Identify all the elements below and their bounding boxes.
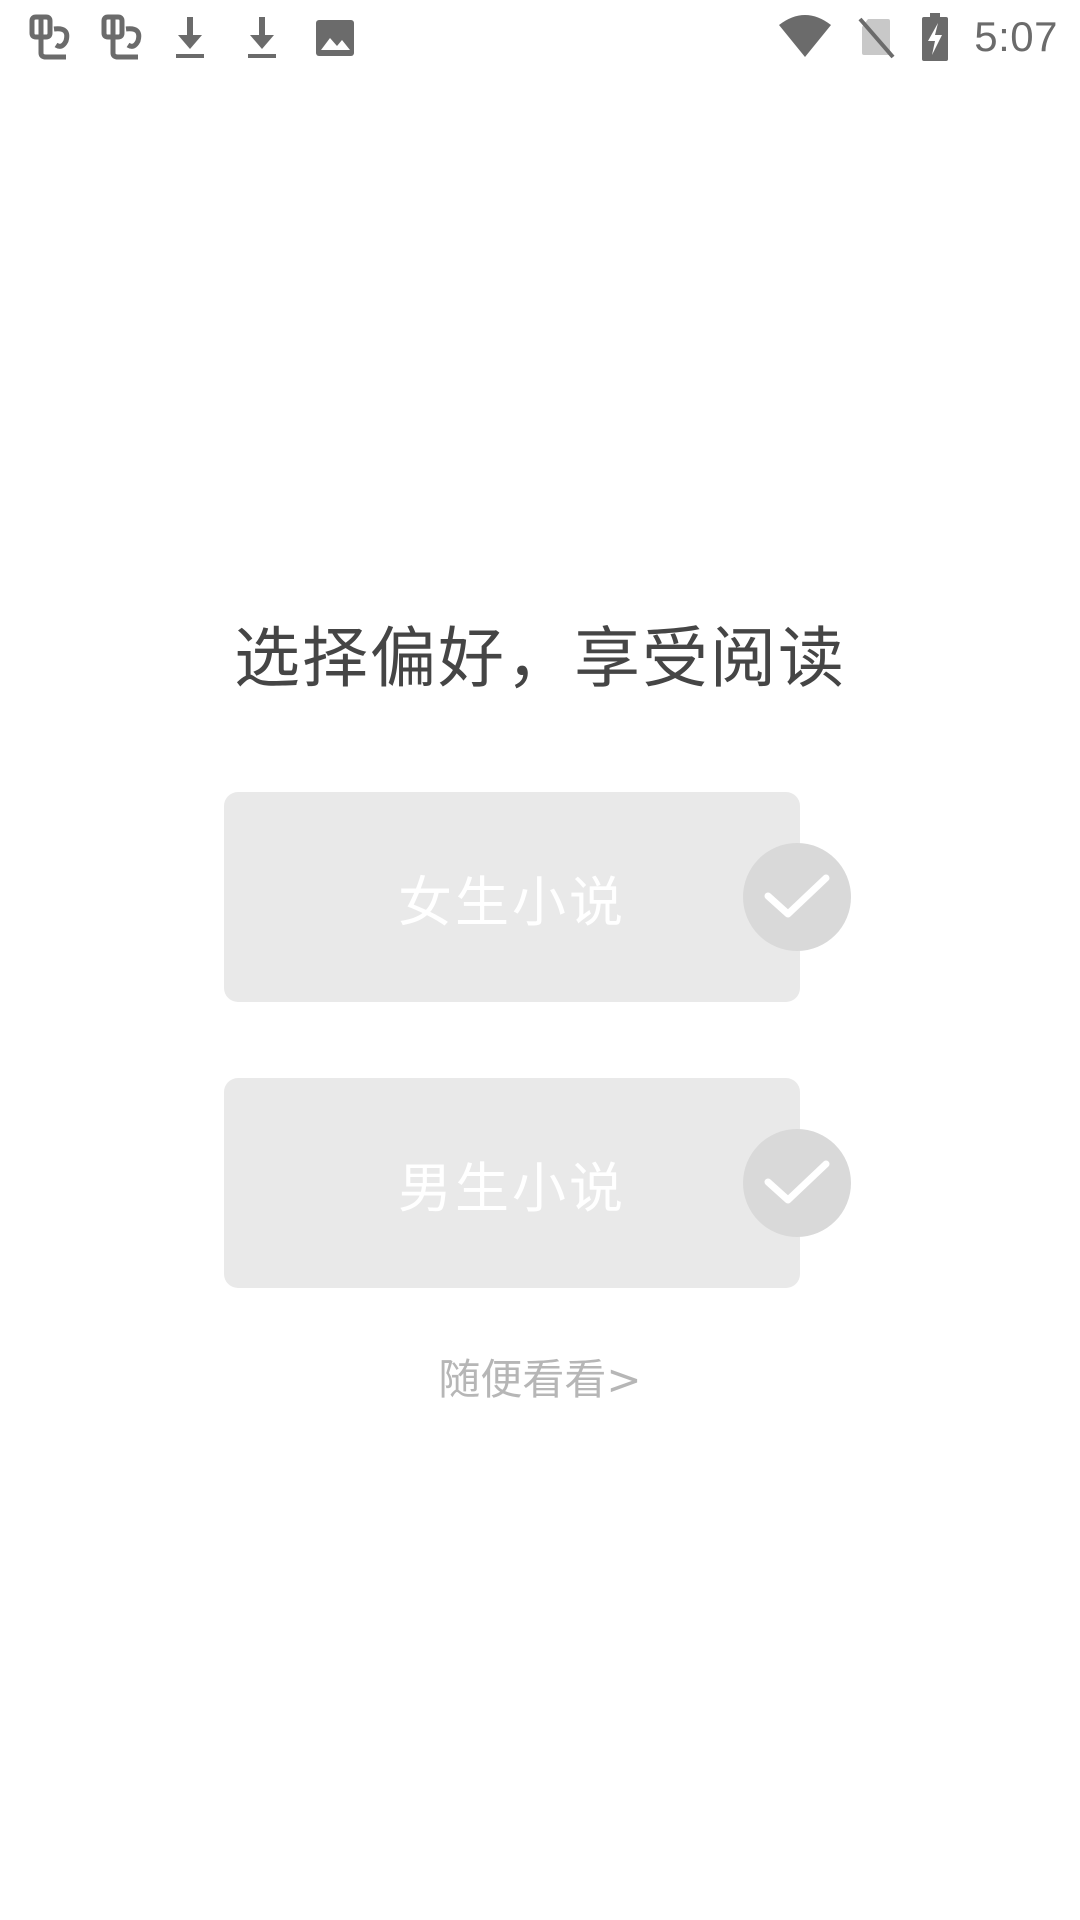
female-novel-label: 女生小说 (398, 870, 626, 934)
download-icon (242, 10, 314, 64)
preference-screen: 5:07 选择偏好，享受阅读 女生小说 男生小说 随便看看> (0, 0, 1080, 1920)
male-novel-label: 男生小说 (398, 1156, 626, 1220)
browse-freely-link[interactable]: 随便看看> (0, 1346, 1080, 1407)
bug-icon (26, 10, 98, 64)
male-novel-option[interactable]: 男生小说 (224, 1078, 800, 1288)
status-clock: 5:07 (974, 13, 1058, 60)
download-icon (170, 10, 242, 64)
no-sim-icon (856, 15, 896, 59)
image-icon (314, 10, 386, 64)
page-title: 选择偏好，享受阅读 (234, 620, 846, 697)
system-status-icons: 5:07 (778, 10, 1058, 64)
female-novel-check-icon[interactable] (743, 843, 851, 951)
status-bar: 5:07 (0, 0, 1080, 72)
male-novel-check-icon[interactable] (743, 1129, 851, 1237)
bug-icon (98, 10, 170, 64)
female-novel-option[interactable]: 女生小说 (224, 792, 800, 1002)
wifi-icon (778, 15, 832, 59)
battery-charging-icon (920, 13, 950, 61)
notification-icons (26, 10, 386, 64)
